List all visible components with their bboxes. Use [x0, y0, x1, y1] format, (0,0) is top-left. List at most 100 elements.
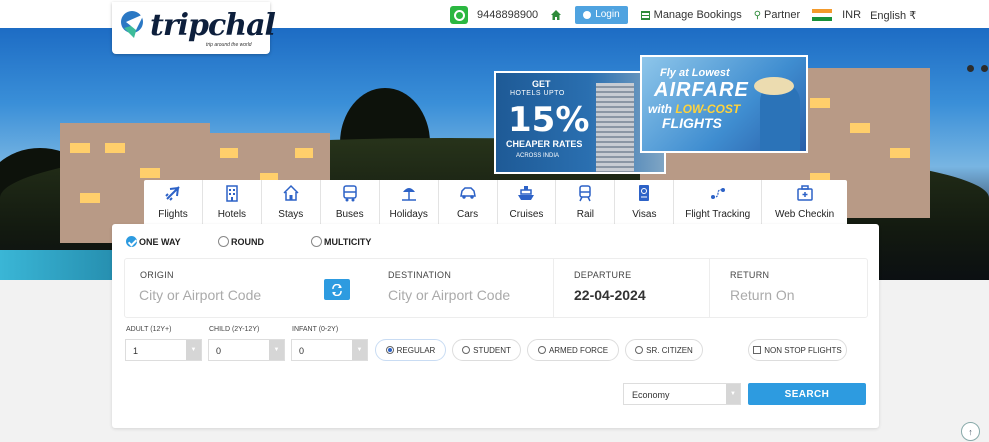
radio-checked-icon	[385, 346, 394, 354]
home-icon[interactable]	[551, 10, 562, 20]
checkbox-icon	[753, 346, 762, 354]
radio-icon	[537, 346, 546, 354]
swap-button[interactable]	[324, 279, 350, 300]
tab-label: Web Checkin	[774, 209, 835, 220]
radio-icon	[462, 346, 471, 354]
tab-cruises[interactable]: Cruises	[498, 180, 557, 224]
radio-icon	[635, 346, 644, 354]
tower-image	[596, 83, 634, 172]
tab-label: Buses	[335, 209, 364, 220]
login-label: Login	[595, 9, 620, 20]
train-icon	[579, 185, 592, 202]
infant-value: 0	[299, 346, 305, 356]
child-value: 0	[216, 346, 222, 356]
house-icon	[283, 184, 299, 201]
airfare-line4: FLIGHTS	[662, 115, 722, 131]
hotel-offer-line3: CHEAPER RATES	[506, 139, 583, 149]
tab-visas[interactable]: Visas	[615, 180, 675, 224]
plane-icon	[165, 186, 180, 201]
checkin-icon	[796, 185, 813, 201]
departure-label: DEPARTURE	[574, 270, 632, 280]
manage-bookings-link[interactable]: Manage Bookings	[654, 9, 742, 21]
tab-buses[interactable]: Buses	[321, 180, 380, 224]
tab-stays[interactable]: Stays	[262, 180, 321, 224]
fare-sr-citizen-label: SR. CITIZEN	[646, 345, 693, 355]
tab-hotels[interactable]: Hotels	[203, 180, 262, 224]
cabin-class-select[interactable]: Economy ▼	[623, 383, 741, 405]
partner-link[interactable]: Partner	[764, 9, 800, 21]
tab-label: Flights	[158, 209, 188, 220]
arrow-up-icon: ↑	[968, 426, 973, 437]
child-select[interactable]: 0 ▼	[208, 339, 285, 361]
trip-round-label: ROUND	[231, 236, 264, 247]
hat-image	[754, 77, 794, 95]
field-divider	[709, 259, 710, 317]
tab-flights[interactable]: Flights	[144, 180, 203, 224]
tab-label: Rail	[576, 209, 595, 220]
scroll-top-button[interactable]: ↑	[961, 422, 980, 441]
cabin-class-value: Economy	[632, 390, 670, 400]
fare-student-radio[interactable]: STUDENT	[452, 339, 521, 361]
fare-regular-radio[interactable]: REGULAR	[375, 339, 446, 361]
hotel-icon	[226, 185, 238, 202]
trip-multicity-radio[interactable]: MULTICITY	[311, 236, 371, 247]
non-stop-checkbox[interactable]: NON STOP FLIGHTS	[748, 339, 847, 361]
tab-cars[interactable]: Cars	[439, 180, 498, 224]
fare-sr-citizen-radio[interactable]: SR. CITIZEN	[625, 339, 703, 361]
language-selector[interactable]: English ₹	[870, 9, 916, 22]
origin-input[interactable]: City or Airport Code	[139, 287, 261, 303]
airfare-line2: AIRFARE	[654, 79, 749, 101]
destination-input[interactable]: City or Airport Code	[388, 287, 510, 303]
fare-armed-force-radio[interactable]: ARMED FORCE	[527, 339, 619, 361]
whatsapp-icon[interactable]	[450, 6, 468, 24]
ship-icon	[518, 186, 535, 200]
phone-number[interactable]: 9448898900	[477, 9, 538, 21]
trip-one-way-radio[interactable]: ONE WAY	[126, 236, 181, 247]
passport-icon	[639, 185, 650, 201]
adult-value: 1	[133, 346, 139, 356]
carousel-dot[interactable]	[967, 65, 974, 72]
trip-round-radio[interactable]: ROUND	[218, 236, 264, 247]
route-icon	[710, 188, 725, 199]
tab-label: Stays	[278, 209, 304, 220]
tab-holidays[interactable]: Holidays	[380, 180, 439, 224]
hotel-offer-line1: GET	[532, 79, 551, 89]
login-button[interactable]: Login	[575, 6, 628, 24]
tab-web-checkin[interactable]: Web Checkin	[762, 180, 847, 224]
infant-select[interactable]: 0 ▼	[291, 339, 368, 361]
airfare-line3: with LOW-COST	[648, 102, 740, 116]
tab-flight-tracking[interactable]: Flight Tracking	[674, 180, 763, 224]
chevron-down-icon: ▼	[269, 340, 284, 360]
tab-label: Visas	[632, 209, 657, 220]
top-nav: 9448898900 Login Manage Bookings ⚲ Partn…	[450, 6, 916, 24]
car-icon	[459, 187, 476, 199]
bus-icon	[342, 185, 357, 202]
currency-selector[interactable]: INR	[842, 9, 861, 21]
logo-pin-icon	[121, 11, 144, 38]
tab-rail[interactable]: Rail	[556, 180, 616, 224]
fare-student-label: STUDENT	[473, 345, 511, 355]
tab-label: Cruises	[509, 209, 544, 220]
return-input[interactable]: Return On	[730, 287, 795, 303]
radio-icon	[218, 236, 229, 247]
chevron-down-icon: ▼	[352, 340, 367, 360]
logo[interactable]: tripchal trip around the world	[112, 2, 276, 54]
radio-checked-icon	[126, 236, 137, 247]
fare-regular-label: REGULAR	[396, 345, 436, 355]
adult-label: ADULT (12Y+)	[126, 326, 172, 333]
user-icon	[583, 10, 592, 19]
hotel-offer-line4: ACROSS INDIA	[516, 153, 560, 159]
search-button[interactable]: SEARCH	[748, 383, 866, 405]
airfare-offer-banner[interactable]: Fly at Lowest AIRFARE with LOW-COST FLIG…	[640, 55, 808, 153]
departure-input[interactable]: 22-04-2024	[574, 287, 646, 303]
carousel-dot[interactable]	[981, 65, 988, 72]
link-icon: ⚲	[753, 9, 762, 21]
trip-one-way-label: ONE WAY	[139, 236, 181, 247]
adult-select[interactable]: 1 ▼	[125, 339, 202, 361]
india-flag-icon[interactable]	[812, 8, 833, 22]
hotel-offer-line2: HOTELS UPTO	[510, 90, 565, 97]
service-tabs: Flights Hotels Stays Buses Holidays Cars…	[144, 180, 847, 224]
field-divider	[553, 259, 554, 317]
infant-label: INFANT (0-2Y)	[292, 326, 339, 333]
beach-icon	[401, 188, 416, 201]
